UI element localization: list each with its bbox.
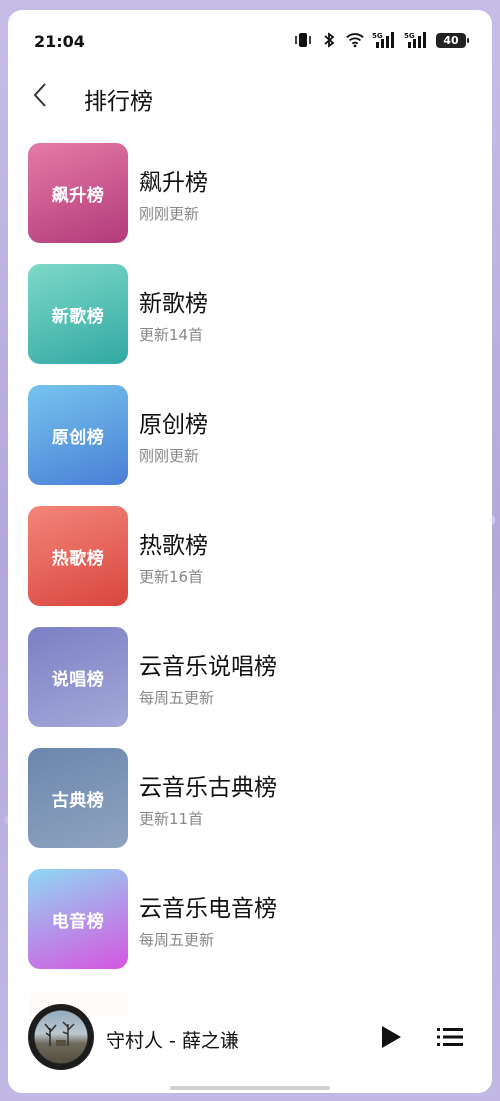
battery-indicator: 40 <box>436 32 469 48</box>
chart-item[interactable]: 飙升榜 飙升榜 刚刚更新 <box>8 143 492 264</box>
chart-list: 飙升榜 飙升榜 刚刚更新 新歌榜 新歌榜 更新14首 原创榜 原创榜 刚刚更新 … <box>8 143 492 990</box>
chart-item[interactable]: 古典榜 云音乐古典榜 更新11首 <box>8 748 492 869</box>
now-playing-title[interactable]: 守村人 - 薛之谦 <box>106 1026 239 1053</box>
chart-item[interactable]: 说唱榜 云音乐说唱榜 每周五更新 <box>8 627 492 748</box>
play-icon[interactable] <box>378 1024 404 1050</box>
chart-name: 新歌榜 <box>139 291 208 317</box>
chart-update-info: 更新11首 <box>139 810 204 828</box>
chart-cover-label: 原创榜 <box>51 427 105 448</box>
chart-cover[interactable]: 电音榜 <box>28 869 128 969</box>
chart-cover-label: 飙升榜 <box>51 185 105 206</box>
chart-item[interactable]: 热歌榜 热歌榜 更新16首 <box>8 506 492 627</box>
chart-item[interactable]: 电音榜 云音乐电音榜 每周五更新 <box>8 869 492 990</box>
chart-cover[interactable]: 说唱榜 <box>28 627 128 727</box>
home-indicator[interactable] <box>170 1086 330 1090</box>
chart-cover-label: 电音榜 <box>51 911 105 932</box>
app-screen: 21:04 5G 5G 40 排行榜 飙升榜 飙升榜 刚刚更新 新歌榜 新歌榜 … <box>8 10 492 1093</box>
chart-update-info: 刚刚更新 <box>139 447 200 465</box>
playlist-icon[interactable] <box>436 1024 464 1050</box>
chart-cover-label: 古典榜 <box>51 790 105 811</box>
chart-name: 云音乐说唱榜 <box>139 654 277 680</box>
bluetooth-icon <box>320 32 338 48</box>
chart-name: 原创榜 <box>139 412 208 438</box>
chart-cover-label: 新歌榜 <box>51 306 105 327</box>
svg-text:5G: 5G <box>372 32 383 40</box>
chart-name: 云音乐古典榜 <box>139 775 277 801</box>
chart-update-info: 更新16首 <box>139 568 204 586</box>
chart-update-info: 更新14首 <box>139 326 204 344</box>
chart-name: 热歌榜 <box>139 533 208 559</box>
chart-update-info: 每周五更新 <box>139 931 215 949</box>
chart-cover-label: 热歌榜 <box>51 548 105 569</box>
chart-name: 飙升榜 <box>139 170 208 196</box>
signal-5g-icon: 5G <box>404 32 428 48</box>
chart-cover-label: 说唱榜 <box>51 669 105 690</box>
status-bar: 21:04 5G 5G 40 <box>8 10 492 51</box>
chart-update-info: 刚刚更新 <box>139 205 200 223</box>
chart-item[interactable]: 新歌榜 新歌榜 更新14首 <box>8 264 492 385</box>
chart-cover[interactable]: 古典榜 <box>28 748 128 848</box>
svg-text:5G: 5G <box>404 32 415 40</box>
page-title: 排行榜 <box>84 89 153 115</box>
chevron-left-icon[interactable] <box>28 80 52 110</box>
chart-cover[interactable]: 新歌榜 <box>28 264 128 364</box>
status-time: 21:04 <box>34 32 85 51</box>
chart-cover[interactable]: 原创榜 <box>28 385 128 485</box>
page-header: 排行榜 <box>8 72 492 122</box>
chart-update-info: 每周五更新 <box>139 689 215 707</box>
chart-cover[interactable]: 飙升榜 <box>28 143 128 243</box>
album-art-image <box>44 1021 75 1046</box>
chart-cover[interactable]: 热歌榜 <box>28 506 128 606</box>
wifi-icon <box>346 32 364 48</box>
chart-item[interactable]: 原创榜 原创榜 刚刚更新 <box>8 385 492 506</box>
chart-name: 云音乐电音榜 <box>139 896 277 922</box>
signal-5g-icon: 5G <box>372 32 396 48</box>
status-icons: 5G 5G 40 <box>294 30 469 50</box>
vibrate-icon <box>294 32 312 48</box>
